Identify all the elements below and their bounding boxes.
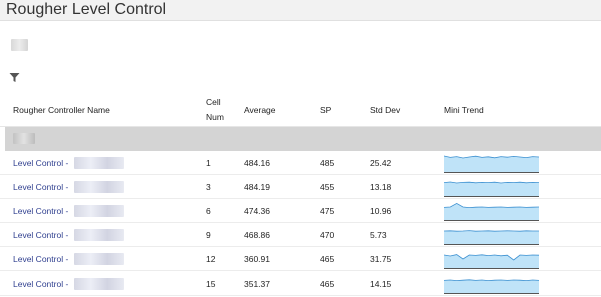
trend-area [444,230,539,246]
mini-trend-sparkline[interactable] [444,177,539,198]
sp-value: 465 [320,278,335,289]
controller-name-link[interactable]: Level Control - [13,272,68,296]
trend-area [444,182,539,198]
sp-value: 465 [320,254,335,265]
column-header-cell-num-line1: Cell [206,97,221,107]
row-divider [0,294,601,296]
std-dev-value: 25.42 [370,158,392,168]
column-header-std-dev[interactable]: Std Dev [370,105,400,116]
trend-area [444,279,539,294]
column-header-cell-num-line2: Num [206,112,224,122]
trend-area [444,254,539,270]
title-bar: Rougher Level Control [0,0,601,21]
table-row[interactable]: Level Control - 6 474.36 475 10.96 [0,199,601,224]
trend-area [444,156,539,173]
sp-value: 475 [320,206,335,217]
average-value: 484.19 [244,182,270,193]
controller-name-link[interactable]: Level Control - [13,199,68,223]
trend-line [444,230,539,232]
column-header-cell-num[interactable]: Cell Num [206,97,224,123]
mini-trend-sparkline[interactable] [444,274,539,294]
mini-trend-sparkline[interactable] [444,153,539,173]
cell-num: 3 [206,182,211,193]
average-value: 474.36 [244,206,270,217]
column-header-average[interactable]: Average [244,105,276,116]
table-row[interactable]: Level Control - 15 351.37 465 14.15 [0,272,601,296]
sp-value: 485 [320,158,335,168]
average-value: 351.37 [244,278,270,289]
redacted-controller-id [74,205,124,218]
mini-trend-sparkline[interactable] [444,201,539,222]
table-row[interactable]: Level Control - 3 484.19 455 13.18 [0,175,601,200]
std-dev-value: 10.96 [370,206,392,217]
redacted-group-label [13,133,35,144]
average-value: 468.86 [244,230,270,241]
redacted-controller-id [74,181,124,194]
trend-area [444,203,539,222]
controller-name-link[interactable]: Level Control - [13,247,68,271]
table-row[interactable]: Level Control - 1 484.16 485 25.42 [0,151,601,175]
average-value: 484.16 [244,158,270,168]
cell-num: 6 [206,206,211,217]
column-header-name[interactable]: Rougher Controller Name [13,105,110,116]
redacted-logo [11,39,28,51]
page-title: Rougher Level Control [6,1,167,18]
trend-line [444,278,539,281]
average-value: 360.91 [244,254,270,265]
cell-num: 9 [206,230,211,241]
controller-name-link[interactable]: Level Control - [13,175,68,199]
controller-name-link[interactable]: Level Control - [13,223,68,247]
sp-value: 455 [320,182,335,193]
std-dev-value: 13.18 [370,182,392,193]
group-header-row[interactable] [5,127,601,151]
redacted-controller-id [74,253,124,266]
cell-num: 1 [206,158,211,168]
redacted-controller-id [74,157,124,169]
redacted-controller-id [74,277,124,290]
sp-value: 470 [320,230,335,241]
std-dev-value: 14.15 [370,278,392,289]
std-dev-value: 31.75 [370,254,392,265]
std-dev-value: 5.73 [370,230,387,241]
mini-trend-sparkline[interactable] [444,249,539,270]
cell-num: 12 [206,254,216,265]
table-row[interactable]: Level Control - 9 468.86 470 5.73 [0,223,601,248]
filter-icon[interactable] [9,72,20,83]
mini-trend-sparkline[interactable] [444,225,539,246]
table-row[interactable]: Level Control - 12 360.91 465 31.75 [0,247,601,272]
column-header-mini-trend[interactable]: Mini Trend [444,105,484,116]
redacted-controller-id [74,229,124,242]
cell-num: 15 [206,278,216,289]
column-header-sp[interactable]: SP [320,105,331,116]
controller-name-link[interactable]: Level Control - [13,151,68,175]
